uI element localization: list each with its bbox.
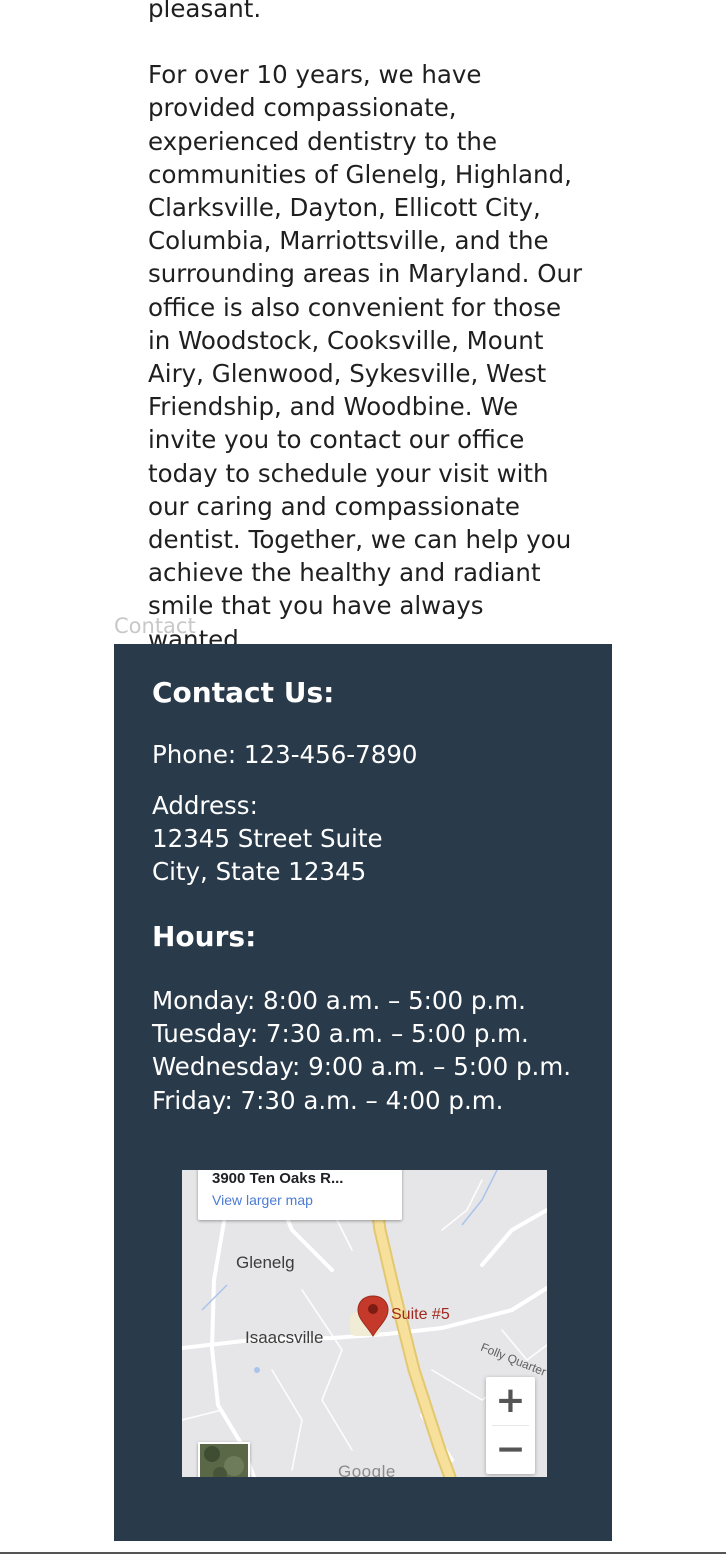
intro-paragraph: For over 10 years, we have provided comp… [148, 60, 583, 654]
hours-monday: Monday: 8:00 a.m. – 5:00 p.m. [152, 986, 526, 1015]
satellite-toggle[interactable] [198, 1442, 250, 1477]
address-line-2: City, State 12345 [152, 857, 367, 887]
intro-partial-line: pleasant. [148, 0, 262, 23]
intro-text: pleasant. For over 10 years, we have pro… [148, 0, 588, 656]
satellite-thumbnail-icon [200, 1444, 248, 1477]
contact-anchor-label: Contact [114, 614, 196, 638]
address-block: Address: 12345 Street Suite City, State … [152, 789, 383, 889]
contact-heading: Contact Us: [152, 676, 335, 709]
map-label-isaacsville: Isaacsville [245, 1328, 324, 1347]
zoom-out-button[interactable]: − [486, 1426, 535, 1474]
embedded-map[interactable]: 3900 Ten Oaks R... View larger map Glene… [182, 1170, 547, 1477]
address-label: Address: [152, 791, 258, 820]
map-label-glenelg: Glenelg [236, 1253, 295, 1272]
contact-panel: Contact Us: Phone: 123-456-7890 Address:… [114, 644, 612, 1541]
address-line-1: 12345 Street Suite [152, 824, 383, 854]
zoom-in-button[interactable]: + [486, 1377, 535, 1425]
phone-line: Phone: 123-456-7890 [152, 740, 418, 769]
map-place-name: 3900 Ten Oaks R... [212, 1170, 344, 1187]
map-info-card: 3900 Ten Oaks R... View larger map [198, 1170, 402, 1220]
hours-friday: Friday: 7:30 a.m. – 4:00 p.m. [152, 1085, 504, 1115]
hours-list: Monday: 8:00 a.m. – 5:00 p.m. Tuesday: 7… [152, 984, 571, 1117]
hours-tuesday: Tuesday: 7:30 a.m. – 5:00 p.m. [152, 1019, 529, 1049]
google-logo: Google [338, 1462, 396, 1477]
map-zoom-control: + − [486, 1377, 535, 1474]
view-larger-map-link[interactable]: View larger map [212, 1192, 313, 1208]
map-marker-label: Suite #5 [391, 1306, 450, 1323]
hours-wednesday: Wednesday: 9:00 a.m. – 5:00 p.m. [152, 1052, 571, 1082]
hours-heading: Hours: [152, 920, 257, 953]
